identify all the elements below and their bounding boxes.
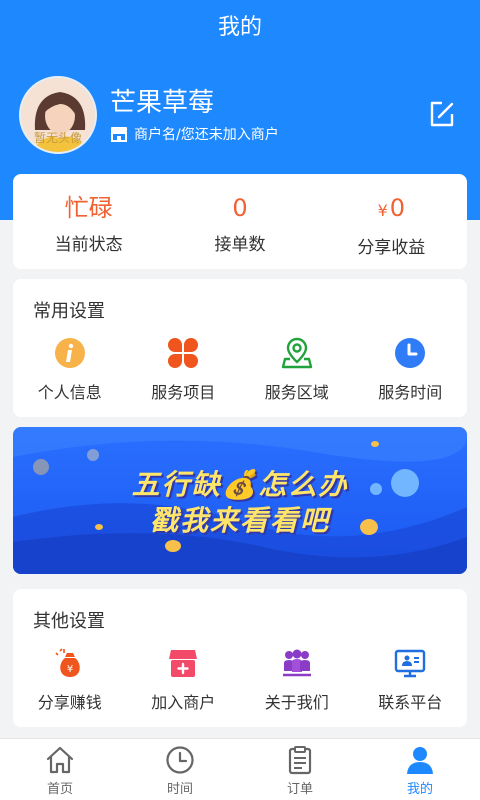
bottom-tab-bar: 首页 时间 订单 我的 — [0, 738, 480, 800]
tab-home[interactable]: 首页 — [0, 739, 120, 800]
common-settings-title: 常用设置 — [33, 301, 105, 322]
share-earn-button[interactable]: ¥ 分享赚钱 — [13, 647, 127, 713]
stat-orders[interactable]: 0 接单数 — [164, 174, 315, 269]
avatar-label: 暂无头像 — [33, 131, 82, 145]
contact-platform-label: 联系平台 — [378, 693, 443, 712]
join-merchant-button[interactable]: 加入商户 — [127, 647, 241, 713]
order-icon — [288, 746, 312, 775]
service-items-icon — [168, 338, 199, 368]
about-us-button[interactable]: 关于我们 — [240, 647, 354, 713]
stat-orders-value: 0 — [232, 194, 248, 222]
stat-earnings[interactable]: ¥0 分享收益 — [316, 174, 467, 269]
tab-orders[interactable]: 订单 — [240, 739, 360, 800]
home-icon — [46, 746, 74, 774]
stat-status-value: 忙碌 — [64, 194, 113, 222]
service-area-label: 服务区域 — [264, 383, 329, 402]
money-bag-icon: ¥ — [55, 648, 80, 677]
merchant-text: 商户名/您还未加入商户 — [134, 127, 279, 143]
service-time-button[interactable]: 服务时间 — [354, 337, 468, 403]
stats-card: 忙碌 当前状态 0 接单数 ¥0 分享收益 — [13, 174, 467, 269]
location-pin-icon — [281, 337, 312, 369]
service-time-label: 服务时间 — [378, 383, 443, 402]
banner-subline: 戳我来看看吧 — [149, 504, 330, 537]
personal-info-button[interactable]: 个人信息 — [13, 337, 127, 403]
earnings-amount: 0 — [389, 194, 406, 222]
other-settings-card: 其他设置 ¥ 分享赚钱 加入商户 关于我们 联系平台 — [13, 589, 467, 727]
personal-info-label: 个人信息 — [37, 383, 102, 402]
group-icon — [282, 649, 311, 677]
tab-mine-label: 我的 — [406, 782, 433, 797]
other-settings-title: 其他设置 — [33, 611, 105, 632]
join-merchant-label: 加入商户 — [151, 693, 216, 712]
contact-platform-button[interactable]: 联系平台 — [354, 647, 468, 713]
tab-orders-label: 订单 — [286, 782, 313, 797]
stat-earnings-value: ¥0 — [316, 194, 467, 225]
info-icon — [54, 338, 85, 368]
promo-banner[interactable]: 五行缺💰怎么办 戳我来看看吧 — [13, 427, 467, 574]
tab-mine[interactable]: 我的 — [360, 739, 480, 800]
edit-profile-button[interactable] — [428, 100, 456, 128]
monitor-contact-icon — [395, 649, 426, 678]
service-items-label: 服务项目 — [151, 383, 216, 402]
currency-symbol: ¥ — [377, 201, 388, 220]
service-area-button[interactable]: 服务区域 — [240, 337, 354, 403]
store-icon — [111, 127, 127, 142]
clock-icon — [166, 746, 194, 774]
user-icon — [407, 747, 433, 774]
page-title: 我的 — [217, 15, 262, 40]
shop-icon — [169, 650, 198, 677]
clock-icon — [395, 338, 426, 368]
tab-time-label: 时间 — [166, 782, 193, 797]
service-items-button[interactable]: 服务项目 — [127, 337, 241, 403]
tab-time[interactable]: 时间 — [120, 739, 240, 800]
tab-home-label: 首页 — [46, 782, 73, 797]
common-settings-card: 常用设置 个人信息 服务项目 服务区域 服务时间 — [13, 279, 467, 417]
share-earn-label: 分享赚钱 — [37, 693, 102, 712]
about-us-label: 关于我们 — [264, 693, 329, 712]
stat-status-label: 当前状态 — [54, 235, 123, 255]
user-name: 芒果草莓 — [110, 88, 215, 118]
edit-icon — [430, 101, 454, 127]
avatar[interactable]: 暂无头像 — [19, 76, 97, 154]
svg-text:¥: ¥ — [67, 664, 73, 675]
stat-orders-label: 接单数 — [214, 235, 266, 255]
banner-headline: 五行缺💰怎么办 — [131, 468, 349, 501]
stat-status[interactable]: 忙碌 当前状态 — [13, 174, 164, 269]
merchant-info: 商户名/您还未加入商户 — [110, 124, 279, 144]
stat-earnings-label: 分享收益 — [357, 238, 426, 258]
